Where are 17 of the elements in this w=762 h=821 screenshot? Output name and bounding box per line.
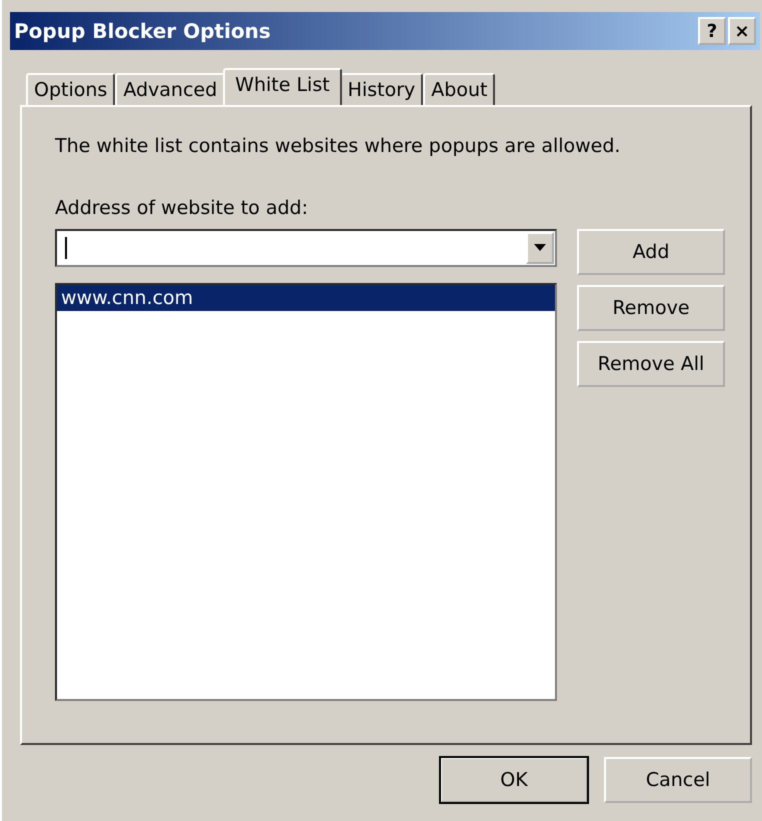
address-label: Address of website to add: (55, 197, 309, 219)
list-item[interactable]: www.cnn.com (57, 285, 555, 311)
tab[interactable]: Advanced (115, 73, 226, 105)
tab[interactable]: Options (26, 73, 116, 105)
dialog-button[interactable]: Cancel (604, 757, 752, 803)
dialog-button[interactable]: OK (440, 757, 588, 803)
close-button[interactable]: × (728, 17, 756, 45)
side-button[interactable]: Remove (577, 285, 725, 331)
side-button[interactable]: Add (577, 229, 725, 275)
tab[interactable]: White List (223, 68, 342, 105)
description-text: The white list contains websites where popups are allowed. (55, 135, 622, 157)
window-title: Popup Blocker Options (14, 19, 271, 43)
address-combo-box[interactable] (55, 229, 557, 267)
side-button[interactable]: Remove All (577, 341, 725, 387)
tab[interactable]: About (423, 73, 496, 105)
help-button[interactable]: ? (698, 17, 726, 45)
tab[interactable]: History (340, 73, 424, 105)
